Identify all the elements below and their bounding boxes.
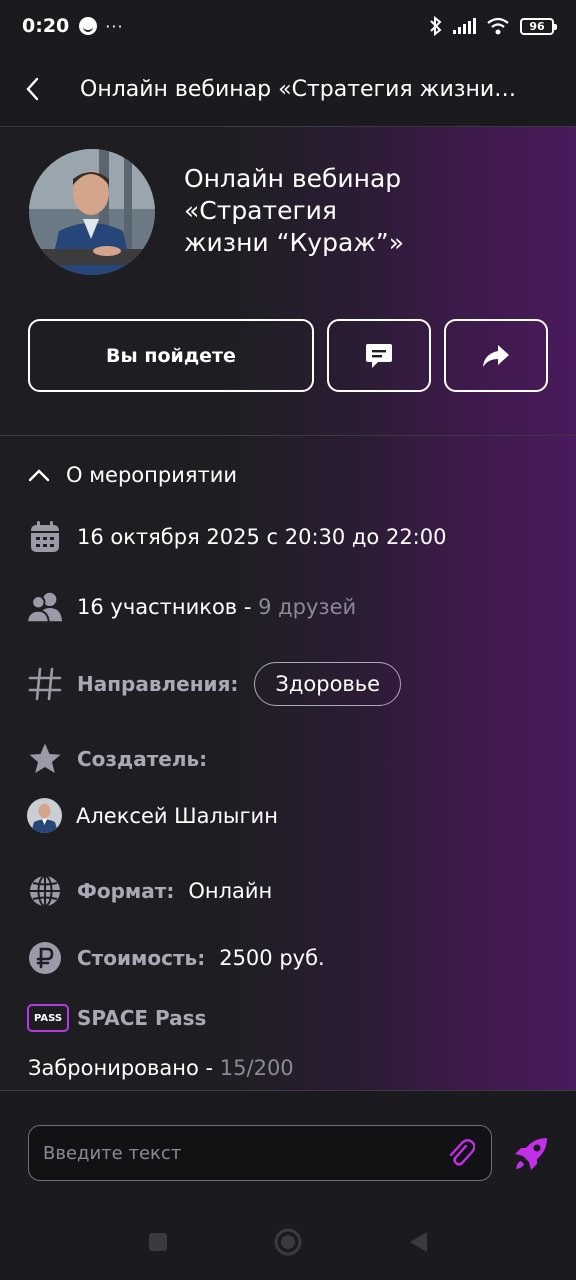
participants-count: 16 участников -: [77, 595, 259, 619]
friends-count: 9 друзей: [258, 595, 357, 619]
attend-button[interactable]: Вы пойдете: [28, 319, 314, 392]
event-title: Онлайн вебинар «Стратегия жизни “Кураж”»: [184, 163, 544, 259]
space-pass-row[interactable]: PASS SPACE Pass: [27, 1004, 220, 1032]
format-row: Формат: Онлайн: [27, 873, 272, 909]
header-title: Онлайн вебинар «Стратегия жизни…: [80, 76, 517, 102]
header: Онлайн вебинар «Стратегия жизни…: [0, 52, 576, 127]
rocket-icon: [515, 1138, 547, 1170]
message-input[interactable]: [43, 1142, 445, 1164]
star-icon: [29, 743, 61, 773]
event-title-line: жизни “Кураж”»: [184, 228, 405, 257]
chat-button[interactable]: [327, 319, 431, 392]
calendar-icon: [31, 521, 59, 552]
cost-label: Стоимость:: [77, 946, 206, 970]
format-label: Формат:: [77, 879, 175, 903]
status-bar: 0:20 ··· 96: [0, 0, 576, 52]
notification-icon: [79, 17, 98, 35]
pass-badge: PASS: [27, 1004, 69, 1032]
back-button[interactable]: [0, 52, 64, 127]
direction-tag[interactable]: Здоровье: [254, 662, 402, 706]
format-value: Онлайн: [188, 879, 273, 903]
participants-row[interactable]: 16 участников - 9 друзей: [27, 589, 356, 625]
event-date: 16 октября 2025 с 20:30 до 22:00: [77, 525, 447, 549]
space-pass-label: SPACE Pass: [77, 1006, 207, 1030]
event-title-line: Онлайн вебинар: [184, 164, 402, 193]
more-notifications-icon: ···: [105, 16, 124, 36]
cost-row: Стоимость: 2500 руб.: [27, 940, 325, 976]
booked-label: Забронировано -: [28, 1056, 220, 1080]
circle-icon: [274, 1228, 302, 1256]
ruble-icon: [29, 942, 61, 974]
paperclip-icon: [449, 1139, 475, 1166]
square-icon: [149, 1233, 167, 1251]
booked-value: 15/200: [219, 1056, 294, 1080]
signal-icon: [453, 18, 476, 34]
attach-button[interactable]: [445, 1137, 477, 1169]
creator-row: Создатель:: [27, 741, 221, 777]
send-button[interactable]: [510, 1133, 552, 1175]
recent-apps-button[interactable]: [144, 1228, 172, 1256]
home-button[interactable]: [274, 1228, 302, 1256]
back-nav-button[interactable]: [404, 1228, 432, 1256]
system-nav-bar: [0, 1200, 576, 1280]
chat-icon: [366, 343, 392, 368]
chevron-left-icon: [26, 77, 39, 101]
composer-bar: [0, 1090, 576, 1200]
event-host-avatar[interactable]: [29, 149, 155, 275]
directions-label: Направления:: [77, 672, 239, 696]
globe-icon: [30, 875, 60, 907]
message-input-wrapper: [28, 1125, 492, 1181]
creator-label: Создатель:: [77, 747, 208, 771]
wifi-icon: [487, 17, 509, 35]
booking-row: Забронировано - 15/200: [28, 1056, 294, 1080]
event-content: Онлайн вебинар «Стратегия жизни “Кураж”»…: [0, 127, 576, 1090]
chevron-up-icon: [28, 469, 50, 482]
divider: [0, 435, 576, 436]
cost-value: 2500 руб.: [219, 946, 325, 970]
share-button[interactable]: [444, 319, 548, 392]
bluetooth-icon: [430, 16, 442, 36]
triangle-back-icon: [410, 1232, 427, 1252]
event-title-line: «Стратегия: [184, 196, 337, 225]
event-date-row: 16 октября 2025 с 20:30 до 22:00: [27, 519, 446, 555]
creator-name: Алексей Шалыгин: [76, 803, 278, 828]
status-time: 0:20: [22, 15, 70, 37]
people-icon: [27, 592, 63, 624]
hashtag-icon: [28, 667, 62, 701]
directions-row: Направления: Здоровье: [27, 662, 402, 706]
creator-profile[interactable]: Алексей Шалыгин: [27, 798, 278, 833]
battery-icon: 96: [520, 17, 557, 35]
about-toggle[interactable]: О мероприятии: [28, 463, 237, 487]
about-toggle-label: О мероприятии: [66, 463, 238, 487]
creator-avatar[interactable]: [27, 798, 62, 833]
share-icon: [483, 344, 509, 367]
